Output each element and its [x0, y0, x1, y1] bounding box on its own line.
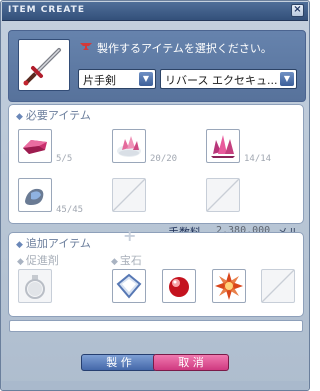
bullet-icon: ◆ — [111, 257, 118, 267]
catalyst-label: ◆ 促進剤 — [17, 252, 59, 268]
make-button[interactable]: 製 作 — [81, 354, 157, 371]
gem-slot-4[interactable] — [261, 269, 295, 303]
category-value: 片手剣 — [83, 74, 116, 87]
required-item-slot-5[interactable] — [112, 178, 146, 212]
catalyst-slot[interactable] — [18, 269, 52, 303]
catalyst-label-text: 促進剤 — [25, 254, 59, 267]
additional-items-header: ◆ 追加アイテム — [16, 235, 91, 251]
close-button[interactable]: × — [291, 4, 304, 17]
pink-crystal-ore-icon — [117, 136, 141, 157]
instruction-text: 製作するアイテムを選択ください。 — [97, 42, 272, 55]
required-item-slot-1[interactable] — [18, 129, 52, 163]
required-items-label: 必要アイテム — [25, 109, 91, 122]
bullet-icon: ◆ — [16, 240, 23, 250]
pink-ingot-icon — [23, 140, 47, 154]
cancel-button[interactable]: 取 消 — [153, 354, 229, 371]
bullet-icon: ◆ — [16, 112, 23, 122]
item-value: リバース エクセキュ... — [165, 74, 278, 87]
sword-icon — [23, 48, 61, 86]
item-selection-panel: 製作するアイテムを選択ください。 片手剣 ▼ リバース エクセキュ... ▼ — [8, 30, 306, 102]
progress-bar — [9, 320, 303, 332]
gem-label: ◆ 宝石 — [111, 252, 142, 268]
required-count-1: 5/5 — [56, 154, 73, 164]
required-count-3: 14/14 — [244, 154, 272, 164]
title-bar[interactable]: ITEM CREATE × — [2, 2, 308, 21]
anvil-icon — [80, 43, 92, 50]
window-title: ITEM CREATE — [8, 5, 85, 15]
required-items-header: ◆ 必要アイテム — [16, 107, 91, 123]
window-footer — [2, 381, 308, 390]
required-item-slot-4[interactable] — [18, 178, 52, 212]
star-burst-icon — [215, 272, 243, 300]
required-count-4: 45/45 — [56, 205, 84, 215]
blue-ore-icon — [25, 188, 44, 205]
gem-slot-2[interactable] — [162, 269, 196, 303]
bullet-icon: ◆ — [17, 257, 24, 267]
required-count-2: 20/20 — [150, 154, 178, 164]
red-orb-icon — [169, 277, 189, 297]
category-dropdown[interactable]: 片手剣 ▼ — [78, 69, 156, 89]
item-dropdown[interactable]: リバース エクセキュ... ▼ — [160, 69, 297, 89]
gem-label-text: 宝石 — [119, 254, 142, 267]
potion-bottle-icon — [25, 275, 45, 299]
selected-item-icon — [18, 39, 70, 91]
gem-slot-3[interactable] — [212, 269, 246, 303]
chevron-down-icon[interactable]: ▼ — [280, 72, 294, 86]
item-create-window: ITEM CREATE × 製作するアイテムを選択ください。 片手剣 ▼ リバー… — [0, 0, 310, 391]
chevron-down-icon[interactable]: ▼ — [139, 72, 153, 86]
diamond-gem-icon — [116, 273, 142, 299]
required-item-slot-6[interactable] — [206, 178, 240, 212]
plus-icon: + — [123, 226, 137, 245]
required-item-slot-2[interactable] — [112, 129, 146, 163]
additional-items-label: 追加アイテム — [25, 237, 91, 250]
required-item-slot-3[interactable] — [206, 129, 240, 163]
gem-slot-1[interactable] — [112, 269, 146, 303]
crystal-cluster-icon — [211, 135, 235, 158]
